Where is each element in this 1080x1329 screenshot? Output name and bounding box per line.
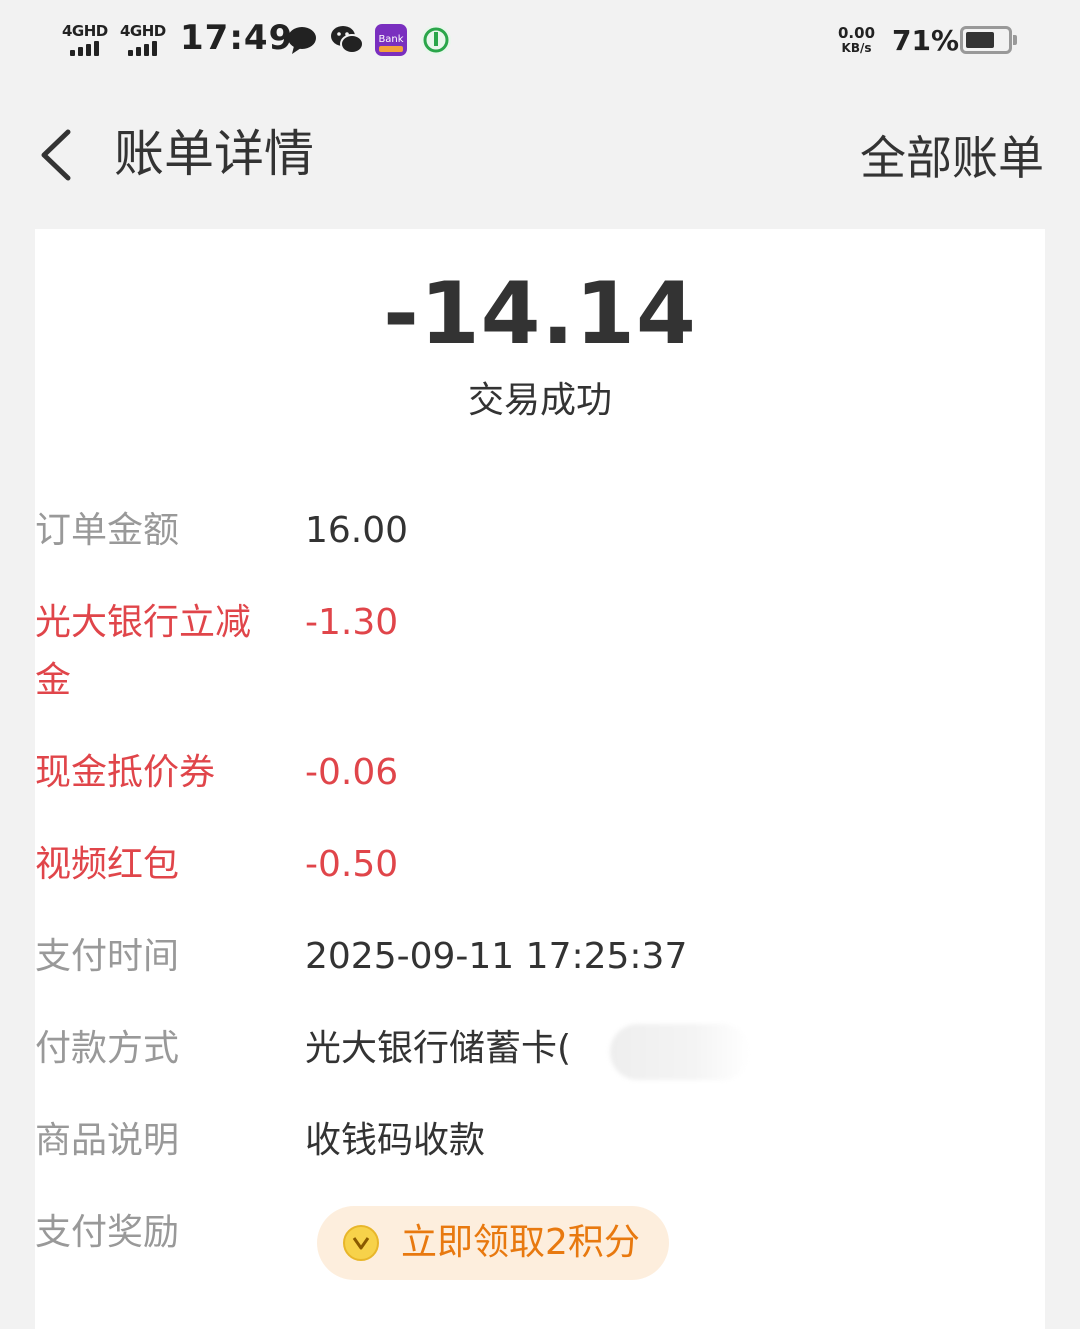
all-bills-button[interactable]: 全部账单 (860, 126, 1044, 190)
transaction-amount: -14.14 (383, 264, 697, 364)
chevron-left-icon (41, 129, 71, 181)
detail-label: 订单金额 (35, 510, 180, 551)
chat-bubble-icon (286, 24, 318, 60)
battery-icon (960, 26, 1017, 54)
svg-text:Bank: Bank (378, 34, 403, 45)
claim-points-button[interactable]: 立即领取2积分 (317, 1206, 669, 1280)
signal-bars-icon (128, 40, 168, 56)
signal-label: 4GHD (62, 22, 108, 40)
detail-label: 现金抵价券 (35, 752, 216, 793)
claim-points-label: 立即领取2积分 (401, 1222, 640, 1263)
signal-label: 4GHD (120, 22, 166, 40)
nav-bar: 账单详情 全部账单 (0, 100, 1080, 210)
network-speed-unit: KB/s (841, 41, 872, 55)
redacted-card-number (610, 1024, 750, 1080)
detail-value: -0.50 (305, 844, 399, 885)
detail-label: 支付奖励 (35, 1212, 180, 1253)
transaction-status: 交易成功 (467, 380, 612, 421)
clock: 17:49 (180, 18, 294, 58)
detail-value: 收钱码收款 (305, 1120, 486, 1161)
coin-v-icon (343, 1225, 379, 1261)
detail-label: 商品说明 (35, 1120, 180, 1161)
detail-value: 光大银行储蓄卡( (305, 1028, 572, 1069)
detail-value: -1.30 (305, 602, 399, 643)
detail-label: 视频红包 (35, 844, 180, 885)
detail-label: 支付时间 (35, 936, 180, 977)
battery-percent: 71% (892, 24, 960, 57)
detail-value: 16.00 (305, 510, 409, 551)
back-button[interactable] (30, 120, 90, 190)
detail-value: -0.06 (305, 752, 399, 793)
network-speed: 0.00 KB/s (838, 24, 876, 56)
network-speed-value: 0.00 (838, 24, 876, 42)
signal-bars-icon (70, 40, 110, 56)
wechat-icon (330, 24, 364, 60)
detail-label: 付款方式 (35, 1028, 180, 1069)
bank-app-icon: Bank (375, 24, 407, 60)
signal-indicator-sim1: 4GHD (62, 22, 112, 58)
detail-value: 2025-09-11 17:25:37 (305, 936, 688, 977)
green-app-icon (420, 24, 452, 60)
detail-label: 光大银行立减金 (35, 602, 252, 701)
signal-indicator-sim2: 4GHD (120, 22, 170, 58)
page-title: 账单详情 (114, 125, 314, 183)
status-bar: 4GHD 4GHD 17:49 Bank 0.00 KB/s 71% (0, 0, 1080, 84)
